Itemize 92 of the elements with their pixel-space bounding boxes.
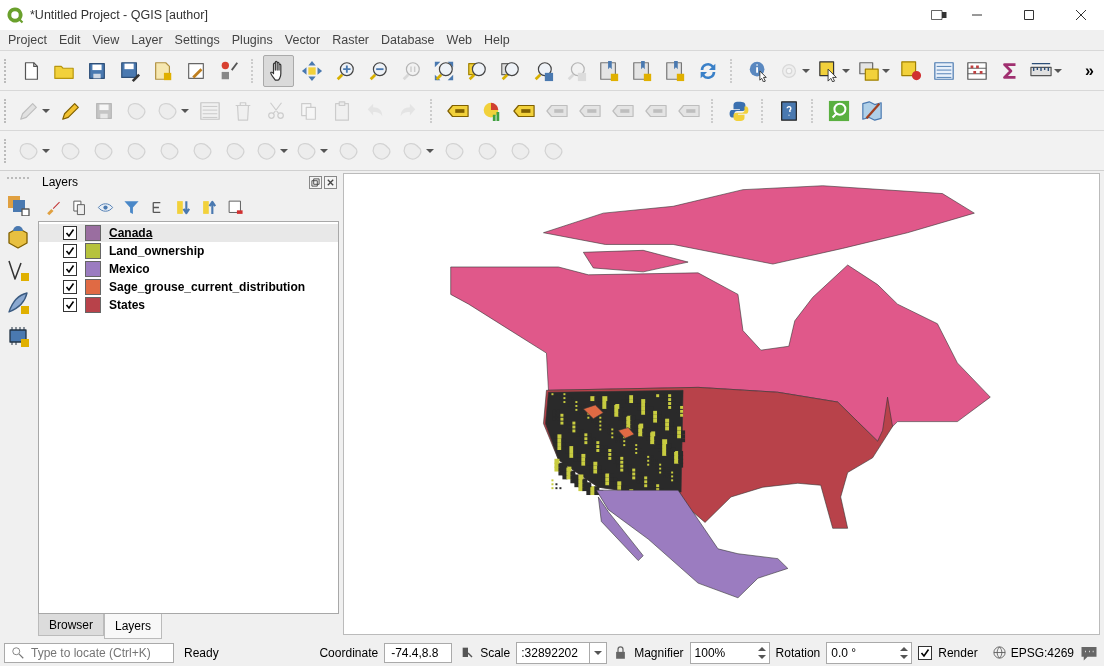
panel-tab[interactable]: Browser xyxy=(38,614,104,636)
menu-item[interactable]: View xyxy=(86,33,126,47)
filter-icon xyxy=(122,198,140,216)
rotation-field[interactable]: 0.0 ° xyxy=(826,641,913,664)
layer-row[interactable]: Canada xyxy=(39,224,338,242)
qgis-logo-icon xyxy=(6,6,24,24)
layer-row[interactable]: Sage_grouse_current_distribution xyxy=(39,278,338,296)
remove-icon xyxy=(226,198,244,216)
float-button[interactable] xyxy=(309,175,322,189)
window-title: *Untitled Project - QGIS [author] xyxy=(30,8,208,22)
search-icon xyxy=(827,99,850,122)
caret-icon xyxy=(426,146,434,155)
caret-icon xyxy=(181,106,189,115)
layer-name: Canada xyxy=(109,226,153,240)
magnifier-label: Magnifier xyxy=(634,645,684,660)
locator-field[interactable]: Type to locate (Ctrl+K) xyxy=(4,642,174,663)
layer-name: Sage_grouse_current_distribution xyxy=(109,280,306,294)
rotation-label: Rotation xyxy=(775,645,821,660)
globe-icon xyxy=(991,645,1007,660)
magnifier-icon xyxy=(465,59,488,82)
close-icon xyxy=(326,177,335,187)
menu-item[interactable]: Raster xyxy=(326,33,376,47)
bookmark-icon xyxy=(663,59,686,82)
collapse-icon xyxy=(200,198,218,216)
pan-button[interactable] xyxy=(263,54,294,87)
map-pencil-icon xyxy=(860,99,883,122)
panel-title: Layers xyxy=(42,175,79,189)
table-icon xyxy=(932,59,955,82)
caret-icon xyxy=(280,146,288,155)
caret-icon xyxy=(594,648,603,657)
layer-row[interactable]: Land_ownership xyxy=(39,242,338,260)
floppy-disk-icon xyxy=(118,59,141,82)
render-checkbox[interactable] xyxy=(918,645,933,660)
deselect-icon xyxy=(899,59,922,82)
render-label: Render xyxy=(938,645,978,660)
scale-label: Scale xyxy=(480,645,511,660)
menu-item[interactable]: Vector xyxy=(278,33,327,47)
menu-item[interactable]: Database xyxy=(375,33,441,47)
caret-icon xyxy=(802,66,810,75)
menu-item[interactable]: Help xyxy=(478,33,516,47)
arrows-icon xyxy=(300,59,323,82)
search-icon xyxy=(11,645,25,660)
layer-name: Mexico xyxy=(109,262,150,276)
selection-cursor-icon xyxy=(818,59,840,82)
menu-item[interactable]: Edit xyxy=(52,33,87,47)
layer-checkbox[interactable] xyxy=(63,298,77,312)
panel-tab[interactable]: Layers xyxy=(104,614,163,639)
caret-icon xyxy=(320,146,328,155)
maximize-icon xyxy=(1023,9,1035,21)
menu-item[interactable]: Settings xyxy=(168,33,226,47)
menu-item[interactable]: Web xyxy=(440,33,479,47)
spin-arrows-icon xyxy=(900,645,909,660)
coordinate-label: Coordinate xyxy=(319,645,379,660)
abacus-icon xyxy=(965,59,988,82)
vertices-icon xyxy=(6,258,30,282)
more-button[interactable]: » xyxy=(1079,60,1100,81)
stacked-squares-icon xyxy=(858,59,880,82)
table-icon xyxy=(198,99,221,122)
layer-checkbox[interactable] xyxy=(63,280,77,294)
caret-icon xyxy=(42,106,50,115)
caret-icon xyxy=(882,66,890,75)
caret-icon xyxy=(1054,66,1062,75)
layer-name: Land_ownership xyxy=(109,244,205,258)
layer-row[interactable]: Mexico xyxy=(39,260,338,278)
magnifier-field[interactable]: 100% xyxy=(689,641,770,664)
chip-icon xyxy=(6,324,30,348)
layer-row[interactable]: States xyxy=(39,296,338,314)
close-icon xyxy=(1075,9,1087,21)
menu-item[interactable]: Project xyxy=(2,33,53,47)
status-message: Ready xyxy=(184,645,219,660)
spin-arrows-icon xyxy=(757,645,766,660)
caret-icon xyxy=(42,146,50,155)
crs-button[interactable]: EPSG:4269 xyxy=(991,645,1074,660)
layer-name: States xyxy=(109,298,146,312)
magnifier-icon xyxy=(498,59,521,82)
layer-checkbox[interactable] xyxy=(63,226,77,240)
feather-icon xyxy=(6,291,30,315)
python-icon xyxy=(727,99,750,122)
menu-item[interactable]: Layer xyxy=(125,33,169,47)
scale-field[interactable]: :32892202 xyxy=(516,641,608,664)
menu-item[interactable]: Plugins xyxy=(225,33,279,47)
zoom-extent-icon xyxy=(432,59,455,82)
close-panel-button[interactable] xyxy=(324,175,337,189)
coordinate-field[interactable]: -74.4,8.8 xyxy=(384,642,453,663)
bookmark-icon xyxy=(597,59,620,82)
float-icon xyxy=(311,177,320,187)
bookmark-icon xyxy=(630,59,653,82)
layer-checkbox[interactable] xyxy=(63,262,77,276)
pages-icon xyxy=(70,198,88,216)
caret-icon xyxy=(842,66,850,75)
layer-checkbox[interactable] xyxy=(63,244,77,258)
expand-icon xyxy=(174,198,192,216)
